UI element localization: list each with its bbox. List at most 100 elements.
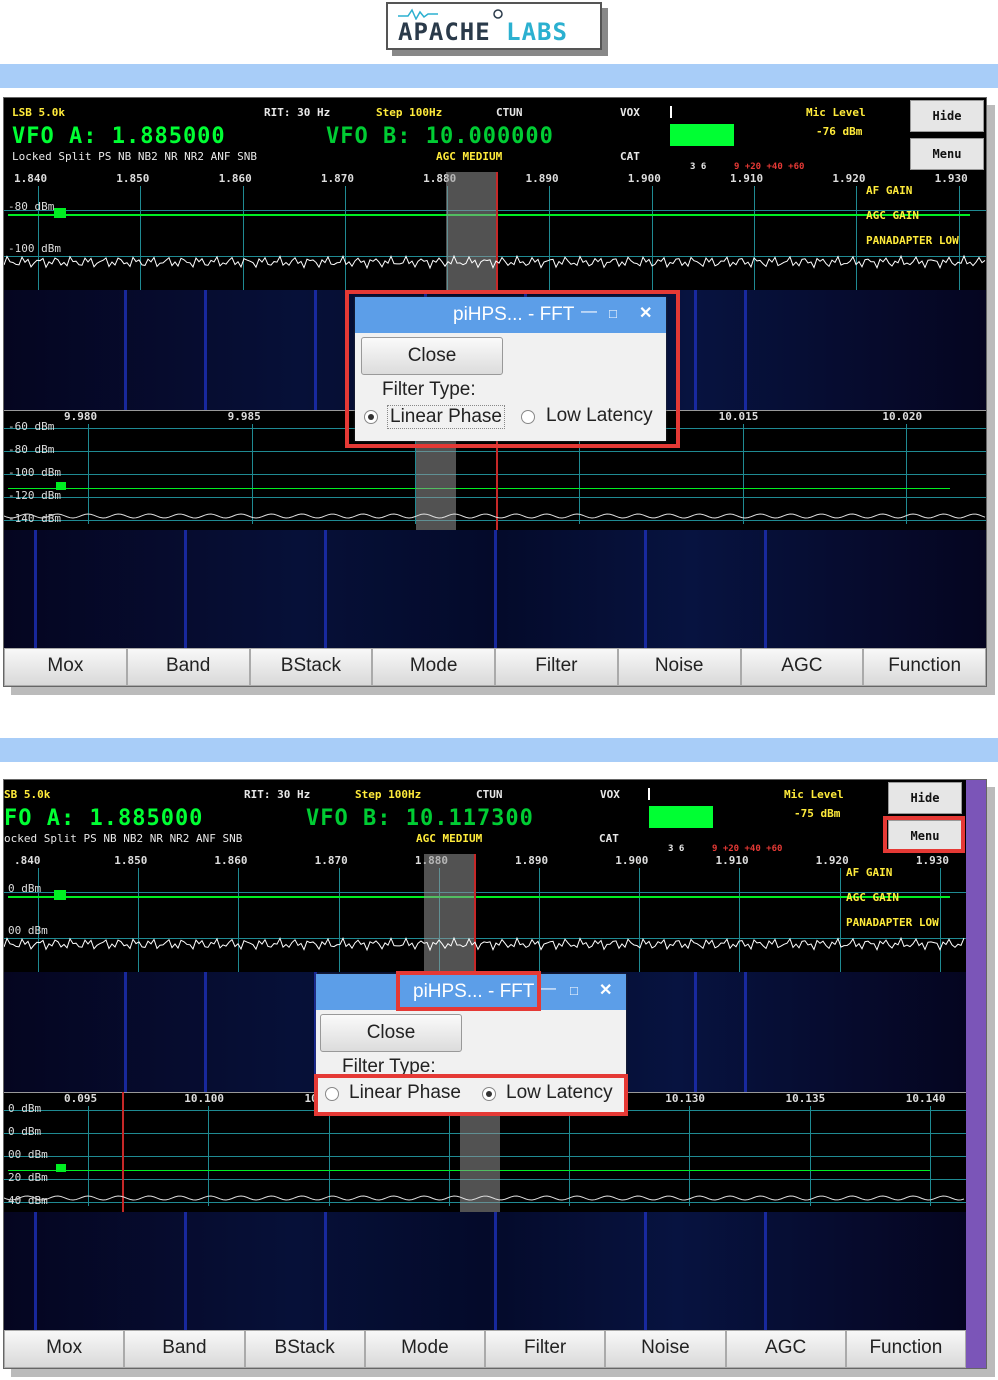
agc-status: AGC MEDIUM [436, 150, 503, 163]
vfo-b-display[interactable]: VFO B: 10.117300 [306, 806, 534, 831]
mic-level-value: -76 dBm [816, 125, 863, 138]
frequency-tick: 1.920 [815, 854, 849, 867]
step-label[interactable]: Step 100Hz [355, 788, 421, 801]
highlight-options [314, 1074, 628, 1116]
button-mox[interactable]: Mox [4, 1330, 125, 1368]
waterfall-signal [644, 530, 647, 648]
close-icon[interactable]: ✕ [599, 980, 612, 1000]
button-function[interactable]: Function [845, 1330, 966, 1368]
button-function[interactable]: Function [863, 648, 986, 686]
frequency-tick: 1.900 [627, 172, 661, 185]
hide-button[interactable]: Hide [888, 782, 962, 814]
button-noise[interactable]: Noise [617, 648, 741, 686]
button-bstack[interactable]: BStack [244, 1330, 365, 1368]
agc-line [8, 896, 950, 898]
frequency-tick: 1.930 [934, 172, 968, 185]
dbm-label: 0 dBm [8, 1125, 42, 1138]
section-bar-top [0, 64, 998, 88]
button-agc[interactable]: AGC [740, 648, 864, 686]
grid-line [4, 451, 986, 452]
grid-line [4, 892, 966, 893]
logo-text: APACHE LABS [398, 18, 568, 46]
panel-label: AGC GAIN [846, 891, 899, 904]
button-mox[interactable]: Mox [4, 648, 127, 686]
minimize-icon[interactable]: — [540, 980, 556, 998]
panadapter-sub[interactable]: 0.09510.10010.105112510.13010.13510.1400… [4, 1092, 966, 1330]
waterfall-signal [34, 530, 37, 648]
mic-level-label: Mic Level [784, 788, 844, 801]
rit-label[interactable]: RIT: 30 Hz [264, 106, 330, 119]
meter-numbers: 3 6 [690, 162, 707, 172]
vfo-a-display[interactable]: VFO A: 1.885000 [12, 124, 226, 149]
frequency-tick: 10.020 [882, 410, 923, 423]
waterfall-signal [744, 290, 747, 410]
mic-level-meter [670, 124, 734, 146]
frequency-tick: 9.985 [227, 410, 261, 423]
waterfall-signal [494, 530, 497, 648]
meter-scale [648, 788, 780, 800]
frequency-tick: .840 [14, 854, 41, 867]
frequency-tick: 10.130 [665, 1092, 705, 1105]
meter-numbers: 3 6 [668, 844, 685, 854]
button-bstack[interactable]: BStack [249, 648, 373, 686]
agc-marker [56, 482, 66, 490]
waterfall-signal [204, 972, 207, 1092]
vox-label[interactable]: VOX [620, 106, 640, 119]
spectrum-trace [4, 254, 986, 270]
menu-button[interactable]: Menu [910, 138, 984, 170]
frequency-tick: 1.910 [715, 854, 749, 867]
button-band[interactable]: Band [126, 648, 250, 686]
frequency-tick: 10.100 [184, 1092, 224, 1105]
spectrum-trace [4, 513, 986, 519]
agc-marker [54, 890, 66, 900]
highlight-dialog [345, 290, 680, 448]
button-filter[interactable]: Filter [485, 1330, 606, 1368]
agc-marker [54, 208, 66, 218]
panel-label: AF GAIN [846, 866, 893, 879]
step-label[interactable]: Step 100Hz [376, 106, 442, 119]
grid-line [4, 474, 986, 475]
grid-line [4, 497, 986, 498]
highlight-menu [883, 816, 965, 853]
vfo-b-display[interactable]: VFO B: 10.000000 [326, 124, 554, 149]
waterfall-signal [184, 1212, 187, 1330]
dbm-label: -80 dBm [8, 200, 55, 213]
waterfall [4, 1212, 966, 1330]
waterfall-signal [494, 1212, 497, 1330]
button-agc[interactable]: AGC [725, 1330, 846, 1368]
close-button[interactable]: Close [320, 1014, 462, 1052]
mode-label[interactable]: LSB 5.0k [12, 106, 65, 119]
status-flags: Locked Split PS NB NB2 NR NR2 ANF SNB [12, 150, 258, 163]
frequency-tick: 1.860 [214, 854, 248, 867]
button-noise[interactable]: Noise [605, 1330, 726, 1368]
spectrum-line [4, 936, 965, 952]
mode-label[interactable]: SB 5.0k [4, 788, 50, 801]
dbm-label: 0 dBm [8, 882, 42, 895]
agc-status: AGC MEDIUM [416, 832, 483, 845]
maximize-icon[interactable]: □ [570, 983, 578, 998]
frequency-tick: 1.850 [116, 172, 150, 185]
vox-label[interactable]: VOX [600, 788, 620, 801]
bottom-button-bar: Mox Band BStack Mode Filter Noise AGC Function [4, 648, 986, 686]
frequency-tick: 1.920 [832, 172, 866, 185]
frequency-tick: 0.095 [64, 1092, 98, 1105]
cat-label: CAT [599, 832, 619, 845]
button-band[interactable]: Band [124, 1330, 245, 1368]
ctun-label[interactable]: CTUN [496, 106, 523, 119]
vfo-a-display[interactable]: FO A: 1.885000 [4, 806, 203, 831]
waterfall-signal [124, 290, 127, 410]
button-filter[interactable]: Filter [495, 648, 618, 686]
hide-button[interactable]: Hide [910, 100, 984, 132]
mic-level-label: Mic Level [806, 106, 866, 119]
button-mode[interactable]: Mode [372, 648, 495, 686]
frequency-tick: 1.870 [314, 854, 348, 867]
ctun-label[interactable]: CTUN [476, 788, 503, 801]
frequency-tick: 1.910 [730, 172, 764, 185]
mic-level-value: -75 dBm [794, 807, 841, 820]
spectrum-line [4, 1195, 965, 1201]
waterfall-signal [324, 1212, 327, 1330]
panel-label: PANADAPTER LOW [866, 234, 959, 247]
waterfall-signal [694, 972, 697, 1092]
rit-label[interactable]: RIT: 30 Hz [244, 788, 310, 801]
button-mode[interactable]: Mode [364, 1330, 485, 1368]
